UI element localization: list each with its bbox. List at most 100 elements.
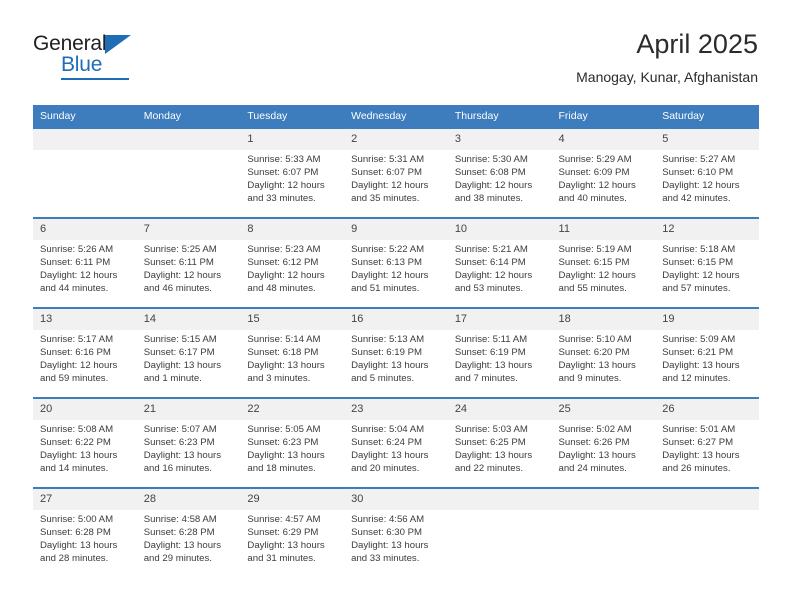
day-sun-info: Sunrise: 5:08 AM Sunset: 6:22 PM Daylight:… (33, 420, 137, 476)
sunrise-text: Sunrise: 5:07 AM (143, 424, 217, 435)
title-block: April 2025 Manogay, Kunar, Afghanistan (576, 28, 758, 87)
sunset-text: Sunset: 6:10 PM (662, 166, 734, 178)
sunset-text: Sunset: 6:12 PM (247, 256, 319, 268)
day-number: 18 (551, 309, 656, 330)
calendar-day-cell[interactable]: 5 Sunrise: 5:27 AM Sunset: 6:10 PM Daylight… (655, 127, 759, 218)
calendar-day-cell[interactable]: 9 Sunrise: 5:22 AM Sunset: 6:13 PM Daylight… (344, 217, 448, 308)
sunrise-text: Sunrise: 5:19 AM (558, 244, 632, 255)
sunset-text: Sunset: 6:22 PM (40, 436, 111, 448)
sunset-text: Sunset: 6:19 PM (454, 346, 526, 358)
sunset-text: Sunset: 6:25 PM (454, 436, 526, 448)
day-number: 7 (136, 219, 241, 240)
daylight-text-line1: Daylight: 13 hours (40, 449, 118, 461)
calendar-day-cell[interactable]: 4 Sunrise: 5:29 AM Sunset: 6:09 PM Daylight… (551, 127, 656, 218)
day-number: 30 (344, 489, 448, 510)
calendar-day-cell-empty (447, 487, 552, 578)
calendar-day-cell[interactable]: 18 Sunrise: 5:10 AM Sunset: 6:20 PM Dayligh… (551, 307, 656, 398)
sunset-text: Sunset: 6:23 PM (143, 436, 215, 448)
calendar-day-cell[interactable]: 21 Sunrise: 5:07 AM Sunset: 6:23 PM Dayligh… (136, 397, 241, 488)
calendar-day-cell[interactable]: 22 Sunrise: 5:05 AM Sunset: 6:23 PM Dayligh… (240, 397, 345, 488)
day-number: 24 (447, 399, 552, 420)
calendar-day-cell[interactable]: 8 Sunrise: 5:23 AM Sunset: 6:12 PM Daylight… (240, 217, 345, 308)
calendar-day-cell[interactable]: 23 Sunrise: 5:04 AM Sunset: 6:24 PM Dayligh… (344, 397, 448, 488)
day-sun-info: Sunrise: 5:26 AM Sunset: 6:11 PM Daylight:… (33, 240, 137, 296)
calendar-day-cell[interactable]: 7 Sunrise: 5:25 AM Sunset: 6:11 PM Daylight… (136, 217, 241, 308)
daylight-text-line2: and 40 minutes. (558, 192, 627, 204)
daylight-text-line1: Daylight: 13 hours (662, 359, 740, 371)
calendar-day-cell[interactable]: 2 Sunrise: 5:31 AM Sunset: 6:07 PM Daylight… (344, 127, 448, 218)
day-sun-info: Sunrise: 5:00 AM Sunset: 6:28 PM Daylight:… (33, 510, 137, 566)
sunrise-sunset-calendar: Sunday Monday Tuesday Wednesday Thursday… (33, 105, 759, 578)
day-number (33, 129, 137, 150)
day-sun-info: Sunrise: 5:31 AM Sunset: 6:07 PM Daylight:… (344, 150, 448, 206)
sunset-text: Sunset: 6:11 PM (143, 256, 214, 268)
day-sun-info: Sunrise: 4:58 AM Sunset: 6:28 PM Daylight:… (137, 510, 241, 566)
sunrise-text: Sunrise: 5:09 AM (662, 334, 736, 345)
sunset-text: Sunset: 6:15 PM (558, 256, 630, 268)
calendar-week-row: 20 Sunrise: 5:08 AM Sunset: 6:22 PM Dayligh… (33, 397, 759, 488)
sunrise-text: Sunrise: 5:11 AM (454, 334, 528, 345)
calendar-day-cell[interactable]: 16 Sunrise: 5:13 AM Sunset: 6:19 PM Dayligh… (344, 307, 448, 398)
sunset-text: Sunset: 6:13 PM (351, 256, 423, 268)
calendar-day-cell[interactable]: 14 Sunrise: 5:15 AM Sunset: 6:17 PM Dayligh… (136, 307, 241, 398)
calendar-week-row: 1 Sunrise: 5:33 AM Sunset: 6:07 PM Daylight… (33, 127, 759, 218)
sunset-text: Sunset: 6:20 PM (558, 346, 630, 358)
day-number: 5 (655, 129, 759, 150)
calendar-day-cell[interactable]: 19 Sunrise: 5:09 AM Sunset: 6:21 PM Dayligh… (655, 307, 759, 398)
daylight-text-line1: Daylight: 12 hours (558, 179, 636, 191)
calendar-day-cell[interactable]: 20 Sunrise: 5:08 AM Sunset: 6:22 PM Dayligh… (33, 397, 137, 488)
day-number: 20 (33, 399, 137, 420)
sunrise-text: Sunrise: 5:26 AM (40, 244, 114, 255)
sunset-text: Sunset: 6:30 PM (351, 526, 423, 538)
weekday-header-sunday: Sunday (33, 105, 137, 128)
logo-underline (61, 78, 129, 80)
calendar-day-cell-empty (136, 127, 241, 218)
calendar-day-cell[interactable]: 3 Sunrise: 5:30 AM Sunset: 6:08 PM Daylight… (447, 127, 552, 218)
daylight-text-line2: and 44 minutes. (40, 282, 109, 294)
day-sun-info: Sunrise: 5:29 AM Sunset: 6:09 PM Daylight:… (552, 150, 656, 206)
calendar-day-cell[interactable]: 13 Sunrise: 5:17 AM Sunset: 6:16 PM Dayligh… (33, 307, 137, 398)
calendar-day-cell[interactable]: 30 Sunrise: 4:56 AM Sunset: 6:30 PM Dayligh… (344, 487, 448, 578)
calendar-day-cell[interactable]: 11 Sunrise: 5:19 AM Sunset: 6:15 PM Dayligh… (551, 217, 656, 308)
day-number: 26 (655, 399, 759, 420)
daylight-text-line2: and 20 minutes. (351, 462, 420, 474)
calendar-day-cell[interactable]: 17 Sunrise: 5:11 AM Sunset: 6:19 PM Dayligh… (447, 307, 552, 398)
calendar-day-cell[interactable]: 24 Sunrise: 5:03 AM Sunset: 6:25 PM Dayligh… (447, 397, 552, 488)
day-sun-info: Sunrise: 5:03 AM Sunset: 6:25 PM Daylight:… (448, 420, 552, 476)
calendar-day-cell[interactable]: 26 Sunrise: 5:01 AM Sunset: 6:27 PM Dayligh… (655, 397, 759, 488)
daylight-text-line2: and 3 minutes. (247, 372, 311, 384)
calendar-day-cell[interactable]: 28 Sunrise: 4:58 AM Sunset: 6:28 PM Dayligh… (136, 487, 241, 578)
sunrise-text: Sunrise: 5:27 AM (662, 154, 736, 165)
daylight-text-line2: and 57 minutes. (662, 282, 731, 294)
calendar-day-cell[interactable]: 29 Sunrise: 4:57 AM Sunset: 6:29 PM Dayligh… (240, 487, 345, 578)
day-number: 17 (447, 309, 552, 330)
sunset-text: Sunset: 6:09 PM (558, 166, 630, 178)
calendar-day-cell[interactable]: 10 Sunrise: 5:21 AM Sunset: 6:14 PM Dayligh… (447, 217, 552, 308)
day-number: 21 (136, 399, 241, 420)
calendar-day-cell[interactable]: 12 Sunrise: 5:18 AM Sunset: 6:15 PM Dayligh… (655, 217, 759, 308)
sunset-text: Sunset: 6:16 PM (40, 346, 111, 358)
day-sun-info: Sunrise: 5:05 AM Sunset: 6:23 PM Daylight:… (240, 420, 344, 476)
daylight-text-line2: and 48 minutes. (247, 282, 316, 294)
calendar-day-cell-empty (655, 487, 759, 578)
sunrise-text: Sunrise: 4:56 AM (351, 514, 425, 525)
sunrise-text: Sunrise: 5:21 AM (454, 244, 528, 255)
sunrise-text: Sunrise: 5:30 AM (454, 154, 528, 165)
daylight-text-line1: Daylight: 13 hours (143, 359, 222, 371)
calendar-day-cell[interactable]: 6 Sunrise: 5:26 AM Sunset: 6:11 PM Daylight… (33, 217, 137, 308)
daylight-text-line2: and 9 minutes. (558, 372, 622, 384)
calendar-day-cell[interactable]: 1 Sunrise: 5:33 AM Sunset: 6:07 PM Daylight… (240, 127, 345, 218)
daylight-text-line2: and 53 minutes. (454, 282, 524, 294)
day-number: 6 (33, 219, 137, 240)
calendar-week-row: 6 Sunrise: 5:26 AM Sunset: 6:11 PM Daylight… (33, 217, 759, 308)
day-number: 12 (655, 219, 759, 240)
daylight-text-line1: Daylight: 13 hours (40, 539, 118, 551)
day-sun-info: Sunrise: 5:10 AM Sunset: 6:20 PM Daylight:… (552, 330, 656, 386)
generalblue-logo: General Blue (33, 32, 213, 88)
calendar-day-cell[interactable]: 27 Sunrise: 5:00 AM Sunset: 6:28 PM Dayligh… (33, 487, 137, 578)
daylight-text-line1: Daylight: 12 hours (247, 179, 325, 191)
calendar-day-cell[interactable]: 25 Sunrise: 5:02 AM Sunset: 6:26 PM Dayligh… (551, 397, 656, 488)
day-sun-info: Sunrise: 5:22 AM Sunset: 6:13 PM Daylight:… (344, 240, 448, 296)
calendar-day-cell[interactable]: 15 Sunrise: 5:14 AM Sunset: 6:18 PM Dayligh… (240, 307, 345, 398)
sunset-text: Sunset: 6:28 PM (40, 526, 111, 538)
